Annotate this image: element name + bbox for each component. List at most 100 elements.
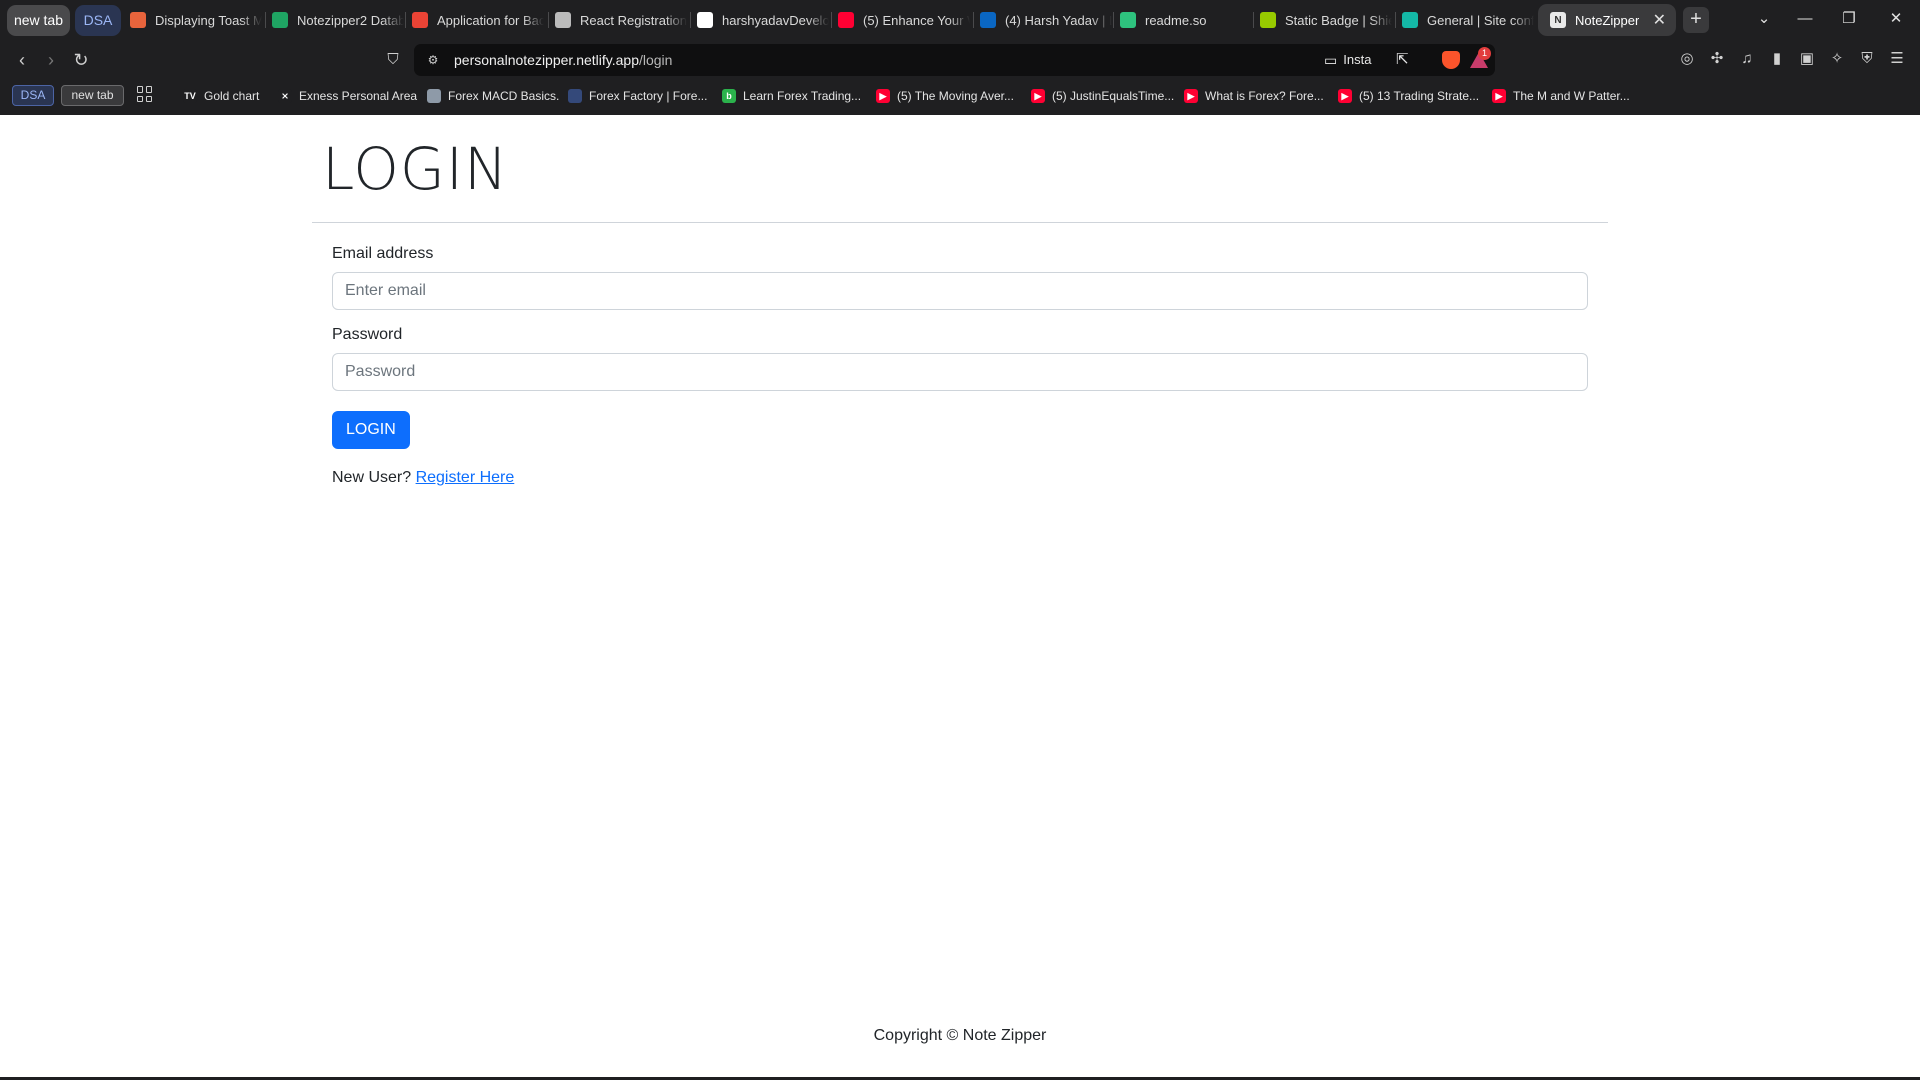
bookmark-item[interactable]: TV Gold chart bbox=[183, 85, 259, 107]
tab-item[interactable]: General | Site configuration bbox=[1402, 4, 1534, 36]
bookmark-label: Gold chart bbox=[204, 89, 260, 103]
tab-separator bbox=[690, 12, 691, 28]
media-icon[interactable]: ♫ bbox=[1737, 49, 1757, 69]
bookmark-icon[interactable]: ⛉ bbox=[382, 49, 404, 71]
sidebar-icon[interactable]: ▮ bbox=[1767, 49, 1787, 69]
login-button[interactable]: LOGIN bbox=[332, 411, 410, 449]
site-info-icon[interactable]: ⚙ bbox=[424, 51, 442, 69]
tab-search-chevron-icon[interactable]: ⌄ bbox=[1753, 8, 1775, 30]
tab-label: Static Badge | Shields.io bbox=[1285, 12, 1392, 28]
tab-item[interactable]: readme.so bbox=[1120, 4, 1252, 36]
babypips-icon: b bbox=[722, 89, 736, 103]
tab-item[interactable]: (4) Harsh Yadav | LinkedIn bbox=[980, 4, 1112, 36]
youtube-icon: ▶ bbox=[1492, 89, 1506, 103]
forward-arrow-icon[interactable]: › bbox=[40, 49, 62, 71]
tab-label: Notezipper2 Database bbox=[297, 12, 404, 28]
tab-item[interactable]: Notezipper2 Database bbox=[272, 4, 404, 36]
youtube-icon: ▶ bbox=[1031, 89, 1045, 103]
bookmark-group-dsa[interactable]: DSA bbox=[12, 85, 54, 106]
tab-label: Application for Backend bbox=[437, 12, 544, 28]
menu-icon[interactable]: ☰ bbox=[1887, 49, 1907, 69]
leaf-icon bbox=[272, 12, 288, 28]
tab-item[interactable]: (5) Enhance Your Website bbox=[838, 4, 970, 36]
tab-separator bbox=[1395, 12, 1396, 28]
bookmark-item[interactable]: ⨯ Exness Personal Area bbox=[278, 85, 417, 107]
tab-separator bbox=[973, 12, 974, 28]
browser-chrome: new tab DSA Displaying Toast Messages Not… bbox=[0, 0, 1920, 115]
extensions-icon[interactable]: ✣ bbox=[1707, 49, 1727, 69]
restore-icon[interactable]: ❐ bbox=[1838, 8, 1860, 30]
bookmark-item[interactable]: Forex Factory | Fore... bbox=[568, 85, 707, 107]
brave-shields-icon[interactable] bbox=[1442, 51, 1460, 69]
tab-strip: new tab DSA Displaying Toast Messages Not… bbox=[0, 0, 1920, 40]
bookmark-label: (5) JustinEqualsTime... bbox=[1052, 89, 1175, 103]
tab-label: General | Site configuration bbox=[1427, 12, 1534, 28]
notezipper-icon: N bbox=[1550, 12, 1566, 28]
tab-item[interactable]: harshyadavDeveloper bbox=[697, 4, 829, 36]
tab-label: (4) Harsh Yadav | LinkedIn bbox=[1005, 12, 1112, 28]
leo-ai-icon[interactable]: ◎ bbox=[1677, 49, 1697, 69]
apps-grid-icon[interactable] bbox=[137, 86, 153, 102]
youtube-icon: ▶ bbox=[1338, 89, 1352, 103]
bookmark-label: The M and W Patter... bbox=[1513, 89, 1630, 103]
bookmark-item[interactable]: ▶ (5) 13 Trading Strate... bbox=[1338, 85, 1479, 107]
tab-group-dsa[interactable]: DSA bbox=[75, 5, 121, 36]
bookmark-item[interactable]: ▶ The M and W Patter... bbox=[1492, 85, 1630, 107]
tab-group-new-tab[interactable]: new tab bbox=[7, 5, 70, 36]
email-field[interactable] bbox=[332, 272, 1588, 310]
url-path: /login bbox=[638, 52, 673, 68]
close-window-icon[interactable]: ✕ bbox=[1885, 8, 1907, 30]
bookmark-item[interactable]: ▶ What is Forex? Fore... bbox=[1184, 85, 1324, 107]
address-bar[interactable]: ⚙ personalnotezipper.netlify.app/login ▭… bbox=[414, 44, 1495, 76]
tab-group-label: new tab bbox=[13, 12, 64, 28]
tab-item[interactable]: React Registration Form bbox=[555, 4, 687, 36]
tradingview-icon: TV bbox=[183, 89, 197, 103]
new-user-text: New User? bbox=[332, 469, 416, 486]
password-field[interactable] bbox=[332, 353, 1588, 391]
tab-notezipper-active[interactable]: N NoteZipper ✕ bbox=[1538, 4, 1676, 36]
bookmark-group-label: DSA bbox=[20, 88, 46, 102]
email-group: Email address bbox=[332, 245, 1588, 310]
new-tab-plus-icon[interactable]: + bbox=[1683, 7, 1709, 33]
spark-icon bbox=[130, 12, 146, 28]
bookmark-label: What is Forex? Fore... bbox=[1205, 89, 1324, 103]
circle-icon bbox=[555, 12, 571, 28]
tab-label: React Registration Form bbox=[580, 12, 687, 28]
close-tab-icon[interactable]: ✕ bbox=[1653, 10, 1666, 30]
tab-item[interactable]: Displaying Toast Messages bbox=[130, 4, 262, 36]
tab-label: NoteZipper bbox=[1575, 12, 1640, 28]
vpn-shield-icon[interactable]: ⛨ bbox=[1857, 49, 1877, 69]
tab-separator bbox=[1253, 12, 1254, 28]
title-divider bbox=[312, 222, 1608, 223]
bookmark-group-new-tab[interactable]: new tab bbox=[61, 85, 124, 106]
youtube-icon: ▶ bbox=[1184, 89, 1198, 103]
bookmark-item[interactable]: ▶ (5) JustinEqualsTime... bbox=[1031, 85, 1174, 107]
footer-copyright: Copyright © Note Zipper bbox=[873, 1027, 1047, 1044]
readme-icon bbox=[1120, 12, 1136, 28]
cast-label: Insta bbox=[1343, 52, 1372, 67]
cast-button[interactable]: ▭ Insta bbox=[1324, 44, 1371, 76]
reload-icon[interactable]: ↻ bbox=[70, 49, 92, 71]
tab-item[interactable]: Static Badge | Shields.io bbox=[1260, 4, 1392, 36]
wallet-icon[interactable]: ▣ bbox=[1797, 49, 1817, 69]
login-form: Email address Password LOGIN New User? R… bbox=[332, 245, 1588, 487]
register-link[interactable]: Register Here bbox=[416, 469, 515, 486]
login-page: LOGIN Email address Password LOGIN New U… bbox=[0, 115, 1920, 1080]
minimize-icon[interactable]: — bbox=[1794, 8, 1816, 30]
bookmark-item[interactable]: ▶ (5) The Moving Aver... bbox=[876, 85, 1014, 107]
password-group: Password bbox=[332, 326, 1588, 391]
back-arrow-icon[interactable]: ‹ bbox=[11, 49, 33, 71]
bookmark-item[interactable]: Forex MACD Basics. bbox=[427, 85, 559, 107]
sparkle-icon[interactable]: ✧ bbox=[1827, 49, 1847, 69]
globe-icon bbox=[427, 89, 441, 103]
tab-item[interactable]: Application for Backend bbox=[412, 4, 544, 36]
share-icon[interactable]: ⇱ bbox=[1396, 44, 1409, 76]
tab-separator bbox=[548, 12, 549, 28]
tab-label: Displaying Toast Messages bbox=[155, 12, 262, 28]
password-label: Password bbox=[332, 326, 403, 343]
bookmark-item[interactable]: b Learn Forex Trading... bbox=[722, 85, 861, 107]
tab-separator bbox=[265, 12, 266, 28]
url-text[interactable]: personalnotezipper.netlify.app/login bbox=[454, 44, 672, 76]
tab-separator bbox=[405, 12, 406, 28]
bookmark-label: Exness Personal Area bbox=[299, 89, 418, 103]
